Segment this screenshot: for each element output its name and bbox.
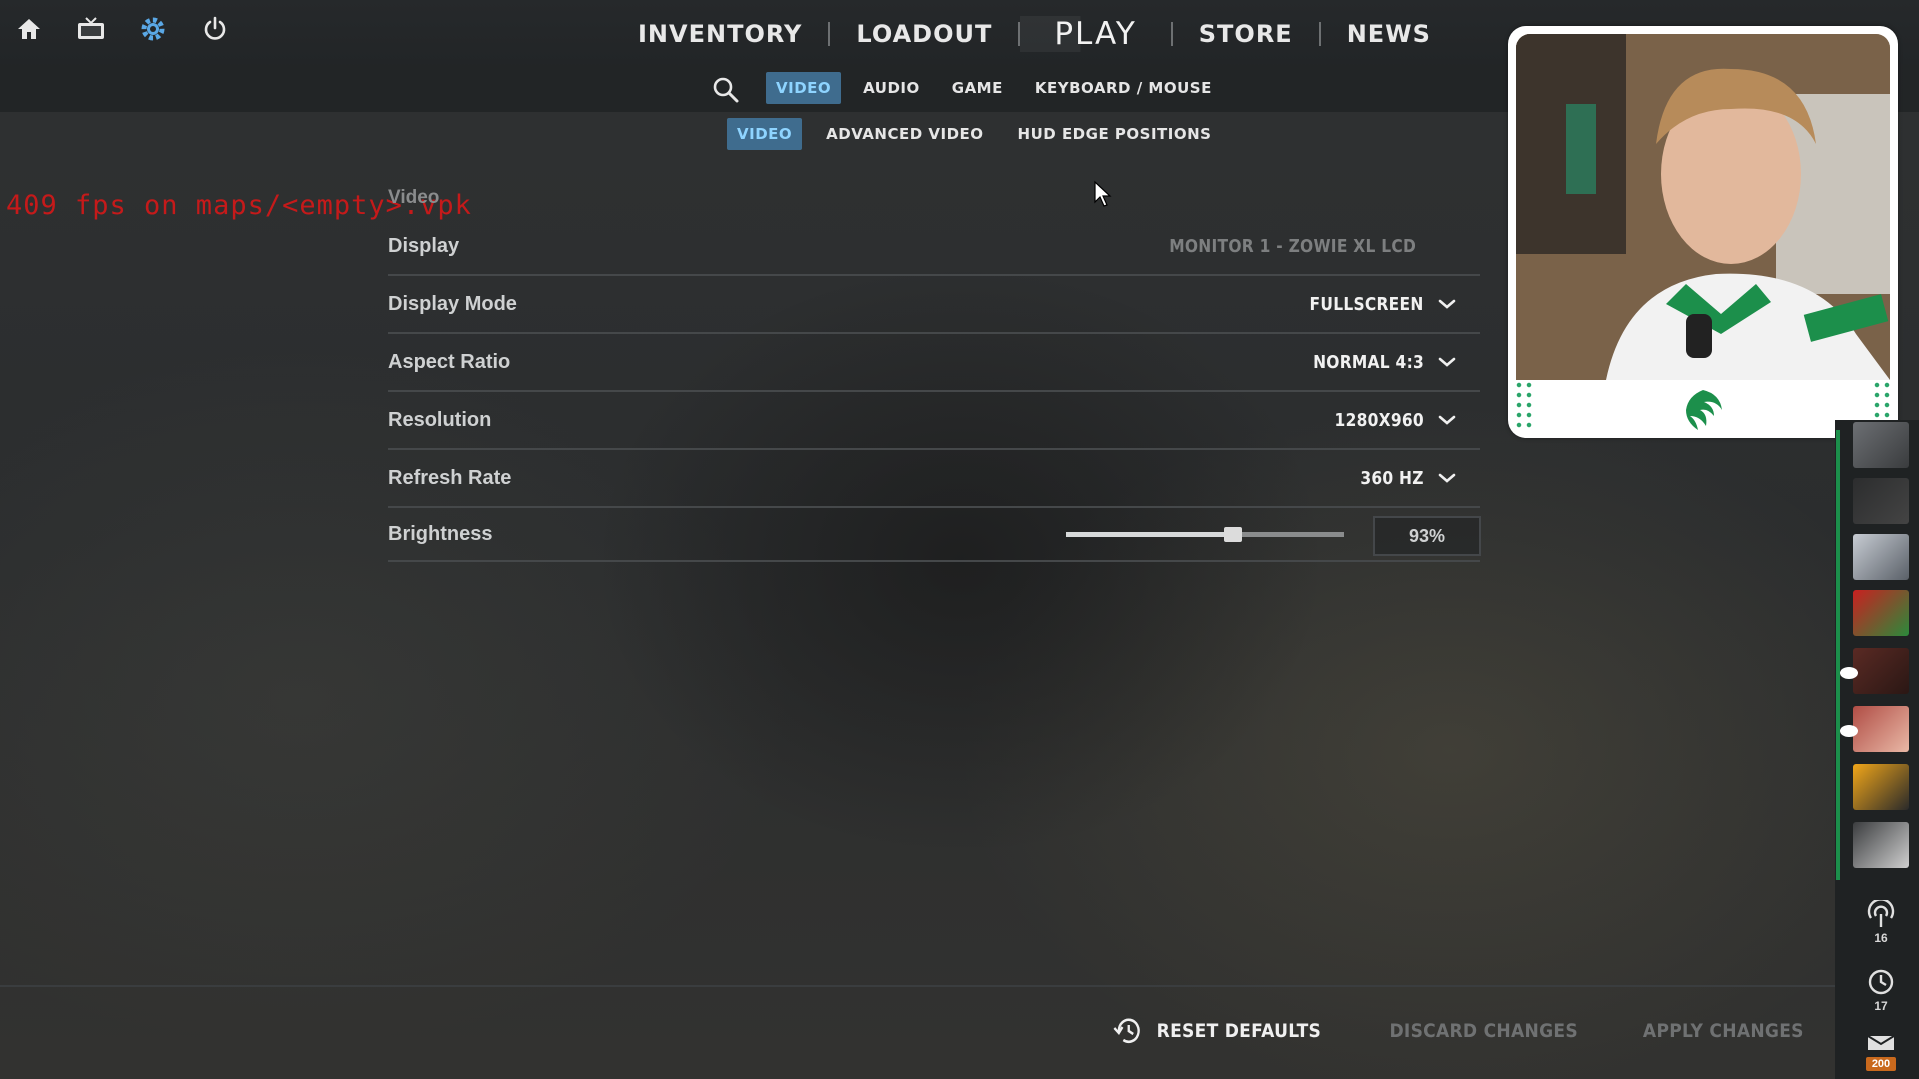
friend-avatar[interactable] [1853,590,1909,636]
watching-indicator-icon [1840,725,1858,737]
tab-audio[interactable]: AUDIO [853,72,930,104]
setting-row-display-mode[interactable]: Display Mode FULLSCREEN [388,276,1480,334]
discard-changes-button[interactable]: DISCARD CHANGES [1389,1020,1577,1042]
video-subtabs: VIDEO ADVANCED VIDEO HUD EDGE POSITIONS [727,118,1221,150]
reset-defaults-label: RESET DEFAULTS [1156,1020,1322,1042]
watching-indicator-icon [1840,667,1858,679]
mouse-cursor-icon [1094,180,1112,207]
friend-avatar[interactable] [1853,822,1909,868]
subtab-advanced-video[interactable]: ADVANCED VIDEO [816,118,993,150]
display-value: MONITOR 1 - ZOWIE XL LCD [1169,235,1416,257]
apply-changes-button[interactable]: APPLY CHANGES [1643,1020,1804,1042]
play-wrap: PLAY [1020,16,1171,52]
setting-value: MONITOR 1 - ZOWIE XL LCD [1129,236,1416,257]
subtab-video[interactable]: VIDEO [727,118,803,150]
search-icon[interactable] [712,76,740,104]
history-count: 17 [1874,999,1888,1013]
chevron-down-icon [1438,473,1456,483]
setting-label: Display Mode [388,292,517,315]
decorative-dots [1514,380,1534,430]
webcam-feed [1516,34,1890,380]
gear-icon[interactable] [138,14,168,44]
setting-row-resolution[interactable]: Resolution 1280X960 [388,392,1480,450]
nav-news[interactable]: NEWS [1321,20,1457,48]
friends-online-strip [1836,430,1840,880]
aspect-ratio-value: NORMAL 4:3 [1313,351,1424,373]
nav-inventory[interactable]: INVENTORY [612,20,828,48]
signal-count: 16 [1874,931,1888,945]
setting-label: Display [388,234,460,257]
setting-row-display[interactable]: Display MONITOR 1 - ZOWIE XL LCD [388,218,1480,276]
slider-fill [1066,532,1233,537]
tv-icon[interactable] [76,14,106,44]
team-falcon-logo [1686,390,1722,430]
bottom-actions: RESET DEFAULTS DISCARD CHANGES APPLY CHA… [1100,1016,1813,1046]
webcam-image [1516,34,1890,380]
history-stat[interactable]: 17 [1853,968,1909,1026]
main-nav: INVENTORY LOADOUT PLAY STORE NEWS [612,12,1457,56]
chevron-down-icon [1438,415,1456,425]
friend-avatar[interactable] [1853,764,1909,810]
setting-row-refresh-rate[interactable]: Refresh Rate 360 HZ [388,450,1480,508]
setting-label: Aspect Ratio [388,350,511,373]
display-mode-value: FULLSCREEN [1310,293,1424,315]
webcam-overlay [1508,26,1898,438]
resolution-value: 1280X960 [1334,409,1424,431]
settings-tabs: VIDEO AUDIO GAME KEYBOARD / MOUSE [766,72,1222,104]
setting-row-aspect-ratio[interactable]: Aspect Ratio NORMAL 4:3 [388,334,1480,392]
mail-stat[interactable]: 200 [1853,1034,1909,1079]
friend-avatar[interactable] [1853,648,1909,694]
setting-dropdown[interactable]: 1280X960 [1320,409,1458,431]
setting-label: Resolution [388,408,492,431]
setting-dropdown[interactable]: NORMAL 4:3 [1295,351,1458,373]
nav-loadout[interactable]: LOADOUT [830,20,1018,48]
setting-label: Brightness [388,522,493,545]
home-icon[interactable] [14,14,44,44]
mail-icon [1867,1035,1895,1050]
bottom-divider [0,985,1835,987]
setting-label: Refresh Rate [388,466,512,489]
tab-keyboard-mouse[interactable]: KEYBOARD / MOUSE [1025,72,1222,104]
friend-avatar[interactable] [1853,422,1909,468]
tab-video[interactable]: VIDEO [766,72,842,104]
chevron-down-icon [1438,299,1456,309]
clock-icon [1868,969,1894,995]
friend-avatar[interactable] [1853,706,1909,752]
chevron-down-icon [1438,357,1456,367]
setting-row-brightness: Brightness 93% [388,508,1481,562]
setting-dropdown[interactable]: 360 HZ [1350,467,1458,489]
friend-avatar[interactable] [1853,534,1909,580]
history-icon [1113,1018,1140,1044]
top-icons [14,14,230,44]
nav-store[interactable]: STORE [1173,20,1319,48]
section-title: Video [388,187,440,208]
setting-dropdown[interactable]: FULLSCREEN [1291,293,1458,315]
brightness-value-field[interactable]: 93% [1373,516,1481,556]
slider-handle[interactable] [1223,527,1242,542]
subtab-hud-edge-positions[interactable]: HUD EDGE POSITIONS [1008,118,1222,150]
mail-count-badge: 200 [1865,1057,1897,1071]
video-settings-panel: Video Display MONITOR 1 - ZOWIE XL LCD D… [388,178,1481,562]
friend-avatar[interactable] [1853,478,1909,524]
power-icon[interactable] [200,14,230,44]
brightness-slider[interactable] [1066,527,1344,542]
nav-play[interactable]: PLAY [1028,16,1162,52]
signal-icon [1867,898,1895,927]
refresh-rate-value: 360 HZ [1360,467,1424,489]
tab-game[interactable]: GAME [942,72,1013,104]
reset-defaults-button[interactable]: RESET DEFAULTS [1112,1016,1321,1046]
signal-stat[interactable]: 16 [1853,898,1909,958]
